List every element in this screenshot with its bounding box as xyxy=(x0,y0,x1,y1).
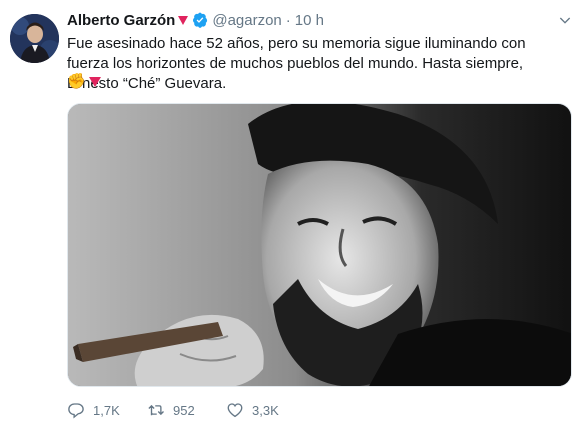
separator-dot: · xyxy=(285,11,291,29)
like-count: 3,3K xyxy=(252,402,279,418)
red-triangle-icon xyxy=(88,77,101,87)
author-name[interactable]: Alberto Garzón xyxy=(67,12,175,29)
avatar-photo xyxy=(10,14,59,63)
author-handle[interactable]: @agarzon xyxy=(212,12,281,29)
heart-icon xyxy=(227,403,243,418)
tweet[interactable]: Alberto Garzón @agarzon · 10 h Fue asesi… xyxy=(0,0,579,426)
tweet-timestamp[interactable]: 10 h xyxy=(295,12,324,29)
reply-button[interactable]: 1,7K xyxy=(67,401,147,419)
photo-che-guevara xyxy=(68,104,571,386)
tweet-actions: 1,7K 952 3,3K xyxy=(67,400,306,420)
retweet-count: 952 xyxy=(173,402,195,418)
red-triangle-icon xyxy=(178,15,189,25)
like-button[interactable]: 3,3K xyxy=(226,401,306,419)
reply-count: 1,7K xyxy=(93,402,120,418)
tweet-photo[interactable] xyxy=(67,103,572,387)
reply-icon xyxy=(68,403,84,419)
tweet-emoji-row: ✊ xyxy=(67,73,101,91)
tweet-text: Fue asesinado hace 52 años, pero su memo… xyxy=(67,35,526,92)
tweet-header: Alberto Garzón @agarzon · 10 h xyxy=(67,10,569,30)
retweet-icon xyxy=(148,404,164,416)
raised-fist-emoji: ✊ xyxy=(67,73,86,90)
verified-badge-icon xyxy=(193,12,208,28)
chevron-down-icon[interactable] xyxy=(557,12,573,28)
avatar[interactable] xyxy=(10,14,59,63)
retweet-button[interactable]: 952 xyxy=(147,401,226,419)
